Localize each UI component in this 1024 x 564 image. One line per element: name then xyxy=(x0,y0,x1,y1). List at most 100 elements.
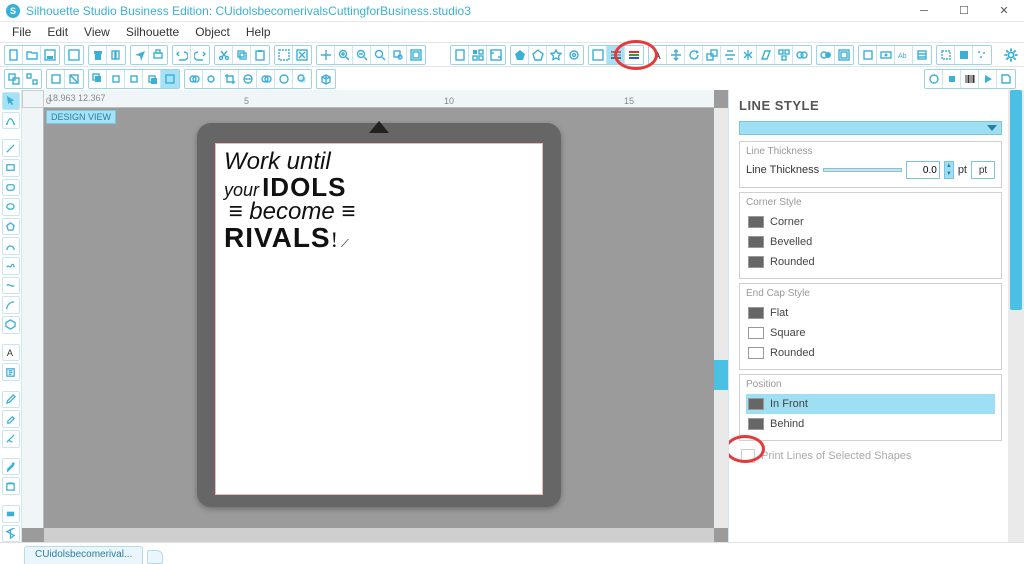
zoom-out-button[interactable] xyxy=(353,46,371,64)
3d-button[interactable] xyxy=(317,70,335,88)
text-ab-button[interactable]: Ab xyxy=(895,46,913,64)
cut-button[interactable] xyxy=(215,46,233,64)
compound-button[interactable] xyxy=(47,70,65,88)
knife-tool[interactable] xyxy=(2,430,20,448)
menu-help[interactable]: Help xyxy=(238,23,279,41)
release-compound-button[interactable] xyxy=(65,70,83,88)
group-button[interactable] xyxy=(5,70,23,88)
zoom-drag-button[interactable] xyxy=(389,46,407,64)
save-button[interactable] xyxy=(41,46,59,64)
text-tool[interactable]: A xyxy=(2,344,20,362)
menu-silhouette[interactable]: Silhouette xyxy=(118,23,187,41)
line-style-dropdown[interactable] xyxy=(739,121,1002,135)
corner-option-bevelled[interactable]: Bevelled xyxy=(746,232,995,252)
endcap-option-square[interactable]: Square xyxy=(746,323,995,343)
menu-object[interactable]: Object xyxy=(187,23,238,41)
modify-button[interactable] xyxy=(817,46,835,64)
page-settings-button[interactable] xyxy=(451,46,469,64)
line-style-button[interactable] xyxy=(607,46,625,64)
panel-scrollbar[interactable] xyxy=(1008,90,1024,542)
deselect-button[interactable] xyxy=(293,46,311,64)
print-lines-checkbox[interactable] xyxy=(741,449,755,463)
artwork[interactable]: Work until your IDOLS ≡ become ≡ RIVALS!… xyxy=(224,150,360,252)
scrollbar-vertical[interactable] xyxy=(714,108,728,528)
library-button[interactable] xyxy=(107,46,125,64)
grid-settings-button[interactable] xyxy=(469,46,487,64)
zoom-in-button[interactable] xyxy=(335,46,353,64)
pan-button[interactable] xyxy=(317,46,335,64)
pixscan-button[interactable] xyxy=(877,46,895,64)
move-button[interactable] xyxy=(667,46,685,64)
divide-button[interactable] xyxy=(239,70,257,88)
fit-page-button[interactable] xyxy=(407,46,425,64)
zoom-select-button[interactable] xyxy=(371,46,389,64)
ellipse-tool[interactable] xyxy=(2,198,20,216)
scale-button[interactable] xyxy=(703,46,721,64)
front-button[interactable] xyxy=(89,70,107,88)
store-button[interactable] xyxy=(89,46,107,64)
regular-polygon-tool[interactable] xyxy=(2,316,20,334)
trace-button[interactable] xyxy=(859,46,877,64)
forward-button[interactable] xyxy=(107,70,125,88)
arc-tool[interactable] xyxy=(2,296,20,314)
corner-option-rounded[interactable]: Rounded xyxy=(746,252,995,272)
open-file-button[interactable] xyxy=(23,46,41,64)
barcode-button[interactable] xyxy=(961,70,979,88)
shadow-button[interactable] xyxy=(293,70,311,88)
offset-button[interactable] xyxy=(835,46,853,64)
weld-button[interactable] xyxy=(185,70,203,88)
endcap-option-flat[interactable]: Flat xyxy=(746,303,995,323)
rotate-button[interactable] xyxy=(685,46,703,64)
copy-button[interactable] xyxy=(233,46,251,64)
settings-gear-icon[interactable] xyxy=(1002,46,1020,64)
hexagon-button[interactable] xyxy=(529,46,547,64)
star-button[interactable] xyxy=(547,46,565,64)
undo-button[interactable] xyxy=(173,46,191,64)
text-style-button[interactable]: A xyxy=(649,46,667,64)
select-all-button[interactable] xyxy=(275,46,293,64)
layer-toggle-button[interactable] xyxy=(161,70,179,88)
endcap-option-rounded[interactable]: Rounded xyxy=(746,343,995,363)
maximize-button[interactable]: ☐ xyxy=(944,0,984,22)
nest-shape-button[interactable] xyxy=(793,46,811,64)
cameo-button[interactable] xyxy=(955,46,973,64)
select-tool[interactable] xyxy=(2,92,20,110)
back-button[interactable] xyxy=(143,70,161,88)
media-button[interactable] xyxy=(979,70,997,88)
embossing-button[interactable] xyxy=(943,70,961,88)
eraser-tool[interactable] xyxy=(2,410,20,428)
curve-tool[interactable] xyxy=(2,237,20,255)
menu-edit[interactable]: Edit xyxy=(39,23,76,41)
corner-option-corner[interactable]: Corner xyxy=(746,212,995,232)
edit-points-tool[interactable] xyxy=(2,112,20,130)
eyedropper-tool[interactable] xyxy=(2,458,20,476)
subtract-button[interactable] xyxy=(203,70,221,88)
send-panel-button[interactable] xyxy=(937,46,955,64)
nest-button[interactable] xyxy=(65,46,83,64)
line-color-button[interactable] xyxy=(625,46,643,64)
rounded-rect-tool[interactable] xyxy=(2,179,20,197)
position-option-front[interactable]: In Front xyxy=(746,394,995,414)
unit-toggle[interactable]: pt xyxy=(971,161,995,179)
align-button[interactable] xyxy=(721,46,739,64)
bluetooth-tool[interactable] xyxy=(2,525,20,543)
ungroup-button[interactable] xyxy=(23,70,41,88)
redo-button[interactable] xyxy=(191,46,209,64)
layers-button[interactable] xyxy=(913,46,931,64)
draw-pencil-tool[interactable] xyxy=(2,391,20,409)
document-tab[interactable]: CUidolsbecomerival... xyxy=(24,546,143,564)
line-tool[interactable] xyxy=(2,139,20,157)
outline-button[interactable] xyxy=(275,70,293,88)
crop-button[interactable] xyxy=(221,70,239,88)
thickness-slider[interactable] xyxy=(823,168,902,172)
design-page[interactable]: Work until your IDOLS ≡ become ≡ RIVALS!… xyxy=(215,143,543,495)
rectangle-tool[interactable] xyxy=(2,159,20,177)
stipple-button[interactable] xyxy=(973,46,991,64)
scrollbar-horizontal[interactable] xyxy=(44,528,714,542)
send-button[interactable] xyxy=(131,46,149,64)
smooth-freehand-tool[interactable] xyxy=(2,277,20,295)
registration-button[interactable] xyxy=(487,46,505,64)
minimize-button[interactable]: ─ xyxy=(904,0,944,22)
polygon-tool[interactable] xyxy=(2,218,20,236)
new-file-button[interactable] xyxy=(5,46,23,64)
